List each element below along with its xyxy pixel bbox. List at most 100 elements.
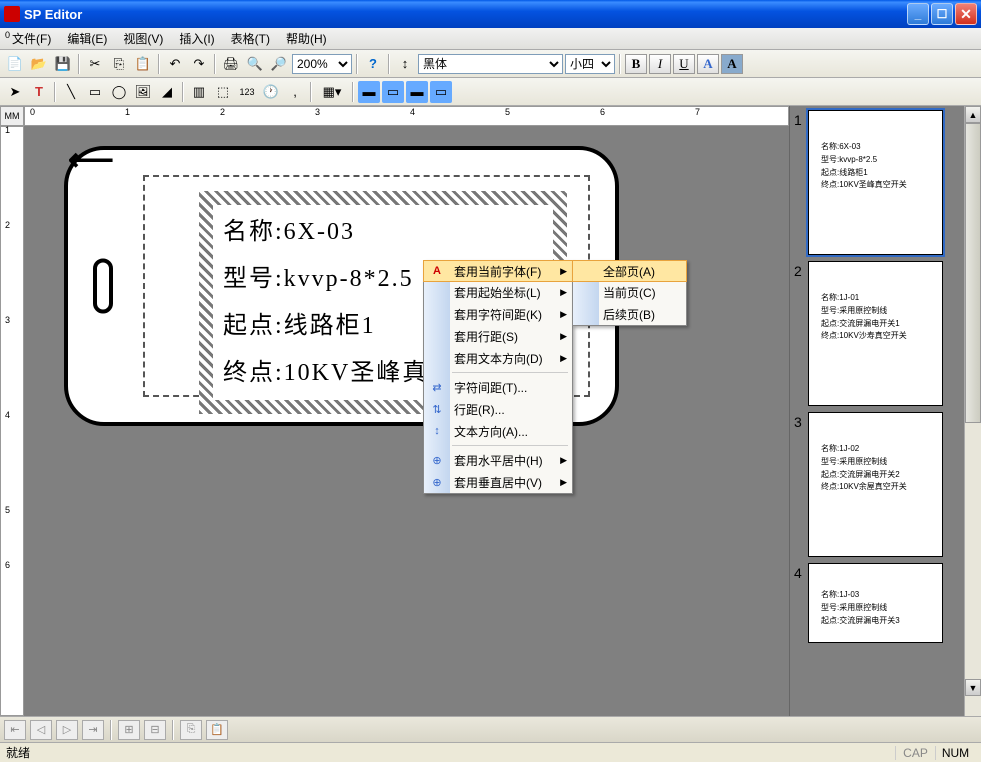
pointer-icon[interactable]: ➤ — [4, 81, 26, 103]
object-tool-icon[interactable]: ◢ — [156, 81, 178, 103]
sm-all-pages[interactable]: 全部页(A) — [572, 260, 687, 282]
cm-apply-char-spacing[interactable]: 套用字符间距(K)▶ — [424, 303, 572, 325]
ruler-vertical: 0 1 2 3 4 5 6 — [0, 126, 24, 716]
label-line-1: 名称:6X-03 — [213, 205, 553, 252]
scroll-down-icon[interactable]: ▼ — [965, 679, 981, 696]
cm-apply-font[interactable]: A 套用当前字体(F)▶ — [423, 260, 573, 282]
print-icon[interactable]: 🖨 — [220, 53, 242, 75]
fill3-icon[interactable]: ▬ — [406, 81, 428, 103]
image-tool-icon[interactable]: 🖼 — [132, 81, 154, 103]
font-outline-button[interactable]: A — [697, 54, 719, 74]
select-rect-icon[interactable]: ⬚ — [212, 81, 234, 103]
copy-icon[interactable]: ⎘ — [108, 53, 130, 75]
font-size-select[interactable]: 小四 — [565, 54, 615, 74]
spacing-icon[interactable]: ↕ — [394, 53, 416, 75]
canvas[interactable]: ⟵ 名称:6X-03 型号:kvvp-8*2.5 起点:线路柜1 终点:10KV… — [24, 126, 789, 716]
bt-last-icon[interactable]: ⇥ — [82, 720, 104, 740]
open-icon[interactable]: 📂 — [28, 53, 50, 75]
zoom-select[interactable]: 200% — [292, 54, 352, 74]
zoom-icon[interactable]: 🔎 — [268, 53, 290, 75]
bt-paste-icon[interactable]: 📋 — [206, 720, 228, 740]
thumbnail-1[interactable]: 名称:6X-03型号:kvvp-8*2.5 起点:线路柜1终点:10KV圣峰真空… — [808, 110, 943, 255]
thumbnail-3[interactable]: 名称:1J-02型号:采用原控制线 起点:交流屏漏电开关2终点:10KV余屋真空… — [808, 412, 943, 557]
bt-prev-icon[interactable]: ◁ — [30, 720, 52, 740]
status-num: NUM — [935, 746, 975, 760]
menu-edit[interactable]: 编辑(E) — [59, 28, 115, 49]
bt-next-icon[interactable]: ▷ — [56, 720, 78, 740]
toolbar-main: 📄 📂 💾 ✂ ⎘ 📋 ↶ ↷ 🖨 🔍 🔎 200% ? ↕ 黑体 小四 B I… — [0, 50, 981, 78]
new-icon[interactable]: 📄 — [4, 53, 26, 75]
menu-help[interactable]: 帮助(H) — [278, 28, 335, 49]
ellipse-tool-icon[interactable]: ◯ — [108, 81, 130, 103]
font-family-select[interactable]: 黑体 — [418, 54, 563, 74]
menu-table[interactable]: 表格(T) — [223, 28, 278, 49]
bt-del-icon[interactable]: ⊟ — [144, 720, 166, 740]
text-tool-icon[interactable]: T — [28, 81, 50, 103]
scroll-thumb[interactable] — [965, 123, 981, 423]
title-bar: SP Editor _ ☐ ✕ — [0, 0, 981, 28]
char-spacing-icon: ⇄ — [428, 378, 446, 396]
table-icon[interactable]: ▦▾ — [316, 81, 348, 103]
preview-icon[interactable]: 🔍 — [244, 53, 266, 75]
font-fill-button[interactable]: A — [721, 54, 743, 74]
ruler-horizontal: 0 1 2 3 4 5 6 7 — [24, 106, 789, 126]
menu-view[interactable]: 视图(V) — [115, 28, 171, 49]
v-center-icon: ⊕ — [428, 473, 446, 491]
fill4-icon[interactable]: ▭ — [430, 81, 452, 103]
bt-copy-icon[interactable]: ⎘ — [180, 720, 202, 740]
h-center-icon: ⊕ — [428, 451, 446, 469]
cm-apply-origin[interactable]: 套用起始坐标(L)▶ — [424, 281, 572, 303]
cm-line-spacing[interactable]: ⇅ 行距(R)... — [424, 398, 572, 420]
cm-char-spacing[interactable]: ⇄ 字符间距(T)... — [424, 376, 572, 398]
counter-icon[interactable]: 123 — [236, 81, 258, 103]
context-menu: A 套用当前字体(F)▶ 套用起始坐标(L)▶ 套用字符间距(K)▶ 套用行距(… — [423, 260, 573, 494]
comma-icon[interactable]: , — [284, 81, 306, 103]
thumbnail-scrollbar[interactable]: ▲ ▼ — [964, 106, 981, 716]
cm-text-dir[interactable]: ↕ 文本方向(A)... — [424, 420, 572, 442]
time-icon[interactable]: 🕐 — [260, 81, 282, 103]
help-icon[interactable]: ? — [362, 53, 384, 75]
arrow-icon: ⟵ — [68, 140, 114, 178]
thumbnail-2[interactable]: 名称:1J-01型号:采用原控制线 起点:交流屏漏电开关1终点:10KV沙寿真空… — [808, 261, 943, 406]
menu-insert[interactable]: 插入(I) — [171, 28, 222, 49]
ruler-unit: MM — [0, 106, 24, 126]
redo-icon[interactable]: ↷ — [188, 53, 210, 75]
italic-button[interactable]: I — [649, 54, 671, 74]
fill1-icon[interactable]: ▬ — [358, 81, 380, 103]
fill2-icon[interactable]: ▭ — [382, 81, 404, 103]
bt-first-icon[interactable]: ⇤ — [4, 720, 26, 740]
line-tool-icon[interactable]: ╲ — [60, 81, 82, 103]
thumbnail-panel: 1 名称:6X-03型号:kvvp-8*2.5 起点:线路柜1终点:10KV圣峰… — [789, 106, 964, 716]
window-title: SP Editor — [24, 7, 907, 22]
sm-current-page[interactable]: 当前页(C) — [573, 281, 686, 303]
bt-add-icon[interactable]: ⊞ — [118, 720, 140, 740]
rect-tool-icon[interactable]: ▭ — [84, 81, 106, 103]
status-text: 就绪 — [6, 744, 895, 761]
sm-next-pages[interactable]: 后续页(B) — [573, 303, 686, 325]
status-cap: CAP — [895, 746, 935, 760]
underline-button[interactable]: U — [673, 54, 695, 74]
maximize-button[interactable]: ☐ — [931, 3, 953, 25]
barcode-icon[interactable]: ▥ — [188, 81, 210, 103]
app-icon — [4, 6, 20, 22]
bold-button[interactable]: B — [625, 54, 647, 74]
close-button[interactable]: ✕ — [955, 3, 977, 25]
menu-file[interactable]: 文件(F) — [4, 28, 59, 49]
menu-bar: 文件(F) 编辑(E) 视图(V) 插入(I) 表格(T) 帮助(H) — [0, 28, 981, 50]
label-hole — [93, 259, 113, 314]
scroll-up-icon[interactable]: ▲ — [965, 106, 981, 123]
cm-v-center[interactable]: ⊕ 套用垂直居中(V)▶ — [424, 471, 572, 493]
minimize-button[interactable]: _ — [907, 3, 929, 25]
cm-apply-line-spacing[interactable]: 套用行距(S)▶ — [424, 325, 572, 347]
cm-h-center[interactable]: ⊕ 套用水平居中(H)▶ — [424, 449, 572, 471]
line-spacing-icon: ⇅ — [428, 400, 446, 418]
undo-icon[interactable]: ↶ — [164, 53, 186, 75]
cm-apply-text-dir[interactable]: 套用文本方向(D)▶ — [424, 347, 572, 369]
toolbar-tools: ➤ T ╲ ▭ ◯ 🖼 ◢ ▥ ⬚ 123 🕐 , ▦▾ ▬ ▭ ▬ ▭ — [0, 78, 981, 106]
save-icon[interactable]: 💾 — [52, 53, 74, 75]
bottom-toolbar: ⇤ ◁ ▷ ⇥ ⊞ ⊟ ⎘ 📋 — [0, 716, 981, 742]
status-bar: 就绪 CAP NUM — [0, 742, 981, 762]
thumbnail-4[interactable]: 名称:1J-03型号:采用原控制线 起点:交流屏漏电开关3 — [808, 563, 943, 643]
paste-icon[interactable]: 📋 — [132, 53, 154, 75]
cut-icon[interactable]: ✂ — [84, 53, 106, 75]
